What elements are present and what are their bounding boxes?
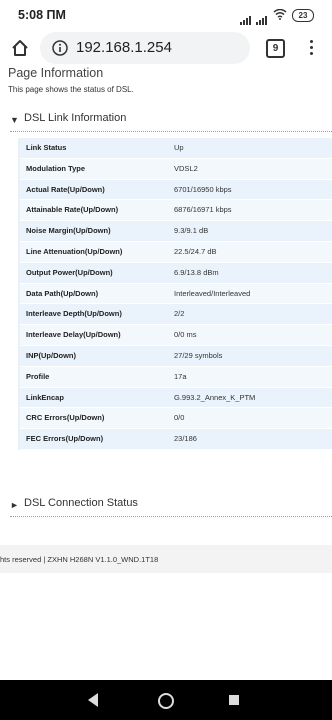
row-value: 6701/16950 kbps <box>174 184 232 194</box>
table-row: Output Power(Up/Down) 6.9/13.8 dBm <box>20 262 332 284</box>
recents-icon[interactable] <box>229 695 239 705</box>
row-key: LinkEncap <box>26 392 64 402</box>
wifi-icon <box>273 9 287 20</box>
page-title: Page Information <box>8 66 104 80</box>
table-row: Data Path(Up/Down) Interleaved/Interleave… <box>20 283 332 305</box>
table-row: Attainable Rate(Up/Down) 6876/16971 kbps <box>20 200 332 222</box>
table-row: Interleave Depth(Up/Down) 2/2 <box>20 304 332 326</box>
row-key: Interleave Depth(Up/Down) <box>26 309 122 319</box>
table-row: CRC Errors(Up/Down) 0/0 <box>20 408 332 430</box>
tab-switcher-button[interactable]: 9 <box>266 39 285 58</box>
row-value: 9.3/9.1 dB <box>174 226 209 236</box>
row-value: 6.9/13.8 dBm <box>174 267 219 277</box>
dsl-info-table: Link Status Up Modulation Type VDSL2 Actua… <box>18 138 332 450</box>
signal-icon-2 <box>256 10 268 25</box>
row-key: Actual Rate(Up/Down) <box>26 184 105 194</box>
home-circle-icon[interactable] <box>158 693 174 709</box>
info-icon[interactable] <box>52 40 68 56</box>
url-text[interactable]: 192.168.1.254 <box>76 39 172 56</box>
row-key: INP(Up/Down) <box>26 350 76 360</box>
row-value: 22.5/24.7 dB <box>174 246 217 256</box>
table-row: Link Status Up <box>20 138 332 159</box>
row-value: VDSL2 <box>174 163 198 173</box>
status-bar: 5:08 ПМ 23 <box>0 0 332 30</box>
triangle-down-icon: ▼ <box>10 115 19 125</box>
row-value: Interleaved/Interleaved <box>174 288 251 298</box>
triangle-right-icon: ► <box>10 500 19 510</box>
table-row: Modulation Type VDSL2 <box>20 158 332 180</box>
dsl-connection-section-header[interactable]: ► DSL Connection Status <box>10 496 332 517</box>
battery-icon: 23 <box>292 9 314 22</box>
system-nav-bar <box>0 680 332 720</box>
web-page: Page Information This page shows the sta… <box>0 66 332 680</box>
footer-text: hts reserved | ZXHN H268N V1.1.0_WND.1T1… <box>0 555 159 564</box>
table-row: Line Attenuation(Up/Down) 22.5/24.7 dB <box>20 241 332 263</box>
row-value: 6876/16971 kbps <box>174 205 232 215</box>
section-title: DSL Link Information <box>24 112 127 124</box>
clock: 5:08 ПМ <box>18 8 66 22</box>
table-row: LinkEncap G.993.2_Annex_K_PTM <box>20 387 332 409</box>
table-row: Profile 17a <box>20 366 332 388</box>
page-description: This page shows the status of DSL. <box>8 85 134 94</box>
table-row: FEC Errors(Up/Down) 23/186 <box>20 429 332 450</box>
row-value: Up <box>174 143 184 152</box>
row-value: 27/29 symbols <box>174 350 223 360</box>
row-key: Noise Margin(Up/Down) <box>26 226 111 236</box>
row-key: Link Status <box>26 143 67 152</box>
back-icon[interactable] <box>88 693 98 707</box>
row-key: Modulation Type <box>26 163 86 173</box>
row-key: Output Power(Up/Down) <box>26 267 113 277</box>
table-row: Noise Margin(Up/Down) 9.3/9.1 dB <box>20 221 332 242</box>
table-row: Interleave Delay(Up/Down) 0/0 ms <box>20 325 332 346</box>
row-key: CRC Errors(Up/Down) <box>26 413 105 423</box>
section-title: DSL Connection Status <box>24 497 138 509</box>
divider <box>10 131 332 132</box>
row-key: Profile <box>26 371 50 381</box>
browser-toolbar: 192.168.1.254 9 <box>0 30 332 66</box>
row-key: Interleave Delay(Up/Down) <box>26 330 121 340</box>
row-key: Line Attenuation(Up/Down) <box>26 246 123 256</box>
overflow-menu-icon[interactable] <box>308 38 314 58</box>
dsl-link-section-header[interactable]: ▼ DSL Link Information <box>10 111 332 132</box>
row-key: FEC Errors(Up/Down) <box>26 434 104 444</box>
address-bar[interactable]: 192.168.1.254 <box>40 32 250 64</box>
row-value: 0/0 ms <box>174 330 197 340</box>
row-key: Attainable Rate(Up/Down) <box>26 205 119 215</box>
signal-icon <box>240 10 252 25</box>
row-value: 17a <box>174 371 187 381</box>
table-row: INP(Up/Down) 27/29 symbols <box>20 345 332 367</box>
row-key: Data Path(Up/Down) <box>26 288 99 298</box>
row-value: G.993.2_Annex_K_PTM <box>174 392 256 402</box>
divider <box>10 516 332 517</box>
row-value: 23/186 <box>174 434 197 444</box>
row-value: 2/2 <box>174 309 185 319</box>
row-value: 0/0 <box>174 413 185 423</box>
page-footer: hts reserved | ZXHN H268N V1.1.0_WND.1T1… <box>0 545 332 573</box>
home-icon[interactable] <box>10 38 30 58</box>
table-row: Actual Rate(Up/Down) 6701/16950 kbps <box>20 179 332 201</box>
